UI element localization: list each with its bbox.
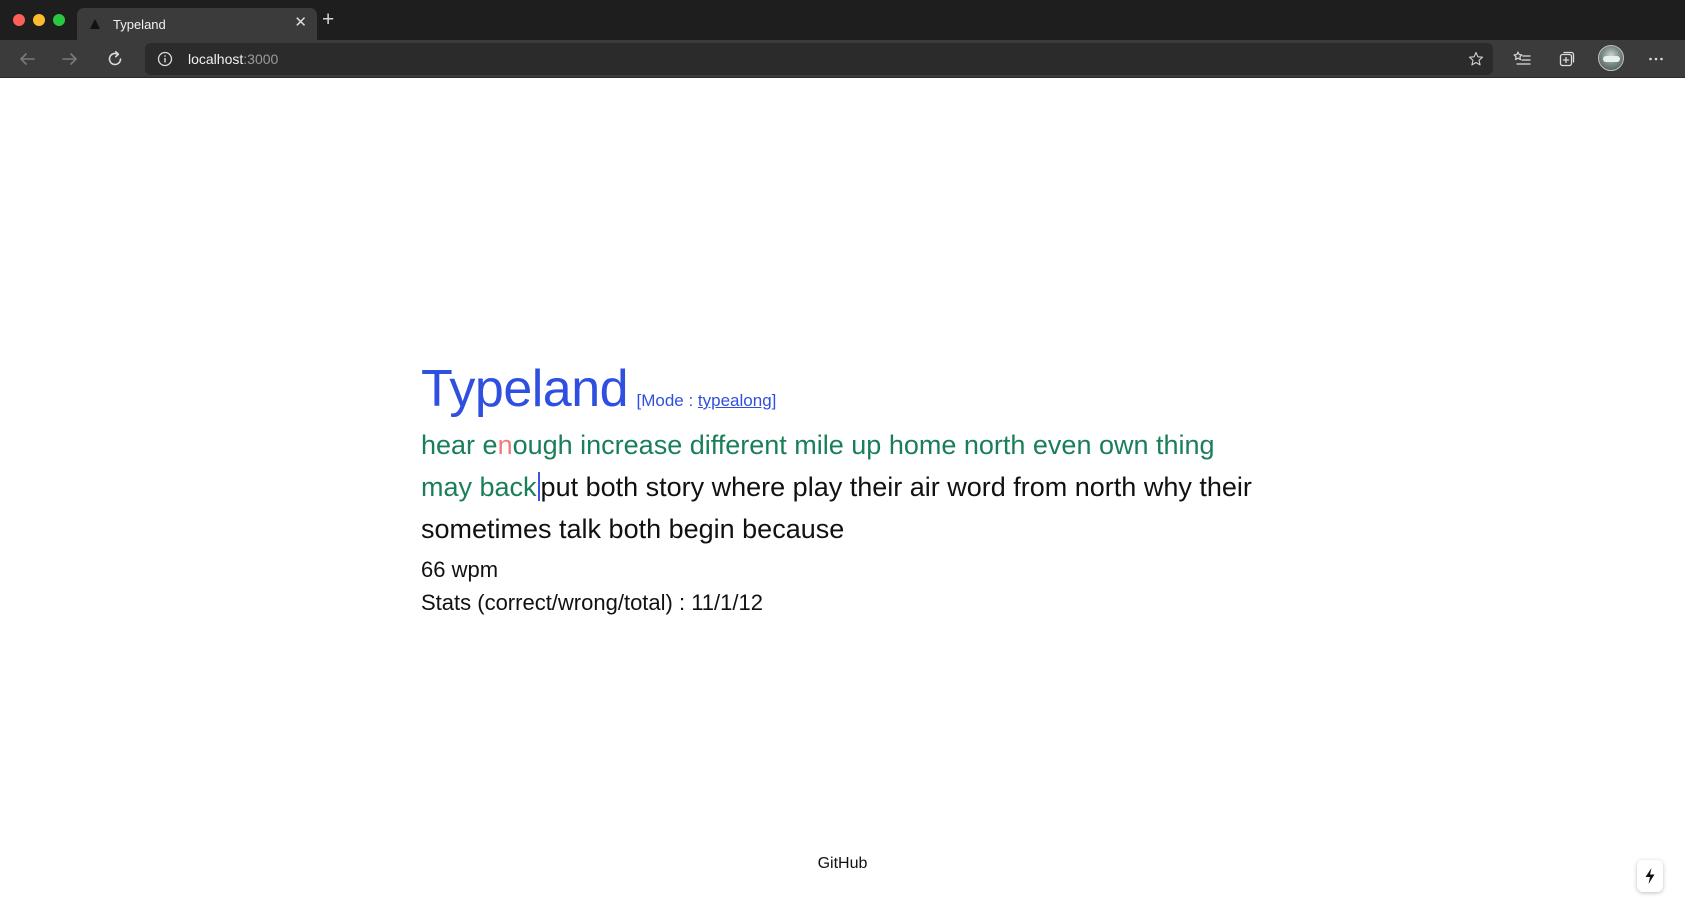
stats-summary: Stats (correct/wrong/total) : 11/1/12 bbox=[421, 590, 763, 615]
app-header: Typeland [Mode : typealong] bbox=[421, 359, 776, 419]
page-content: Typeland [Mode : typealong] hear enough … bbox=[0, 79, 1685, 924]
tab-close-icon[interactable]: ✕ bbox=[294, 15, 307, 31]
info-icon[interactable] bbox=[157, 51, 173, 67]
collections-icon[interactable] bbox=[1554, 46, 1580, 72]
more-icon[interactable] bbox=[1643, 46, 1669, 72]
new-tab-icon[interactable]: + bbox=[322, 9, 334, 30]
forward-arrow-icon[interactable] bbox=[57, 46, 83, 72]
footer: GitHub bbox=[0, 855, 1685, 873]
mode-indicator: [Mode : typealong] bbox=[637, 391, 777, 411]
text-caret bbox=[537, 472, 540, 501]
url-port: :3000 bbox=[243, 51, 279, 67]
back-arrow-icon[interactable] bbox=[14, 46, 40, 72]
lightning-icon[interactable] bbox=[1637, 860, 1663, 892]
window-minimize-button[interactable] bbox=[33, 14, 45, 26]
browser-tab[interactable]: Typeland ✕ bbox=[77, 8, 317, 40]
mode-prefix: [Mode : bbox=[636, 391, 698, 410]
url-host: localhost bbox=[188, 51, 244, 67]
error-char: n bbox=[497, 430, 513, 460]
window-maximize-button[interactable] bbox=[53, 14, 65, 26]
mode-suffix: ] bbox=[771, 391, 777, 410]
address-url: localhost:3000 bbox=[188, 51, 278, 67]
window-close-button[interactable] bbox=[13, 14, 25, 26]
browser-toolbar: localhost:3000 bbox=[0, 40, 1685, 78]
wpm-display: 66 wpm bbox=[421, 557, 499, 582]
browser-titlebar: Typeland ✕ + bbox=[0, 0, 1685, 40]
app-title: Typeland bbox=[421, 360, 629, 418]
reload-icon[interactable] bbox=[102, 46, 128, 72]
site-favicon-icon bbox=[90, 19, 100, 29]
remaining-text: put both story where play their air word… bbox=[421, 472, 1252, 544]
address-bar[interactable]: localhost:3000 bbox=[145, 43, 1493, 75]
mode-link[interactable]: typealong bbox=[698, 391, 772, 410]
favorites-list-icon[interactable] bbox=[1509, 46, 1535, 72]
star-icon[interactable] bbox=[1465, 48, 1487, 70]
typed-text-before-error: hear e bbox=[421, 430, 498, 460]
typing-area[interactable]: hear enough increase different mile up h… bbox=[421, 424, 1271, 550]
tab-title: Typeland bbox=[113, 17, 166, 32]
profile-avatar[interactable] bbox=[1598, 45, 1624, 71]
github-link[interactable]: GitHub bbox=[818, 855, 868, 872]
